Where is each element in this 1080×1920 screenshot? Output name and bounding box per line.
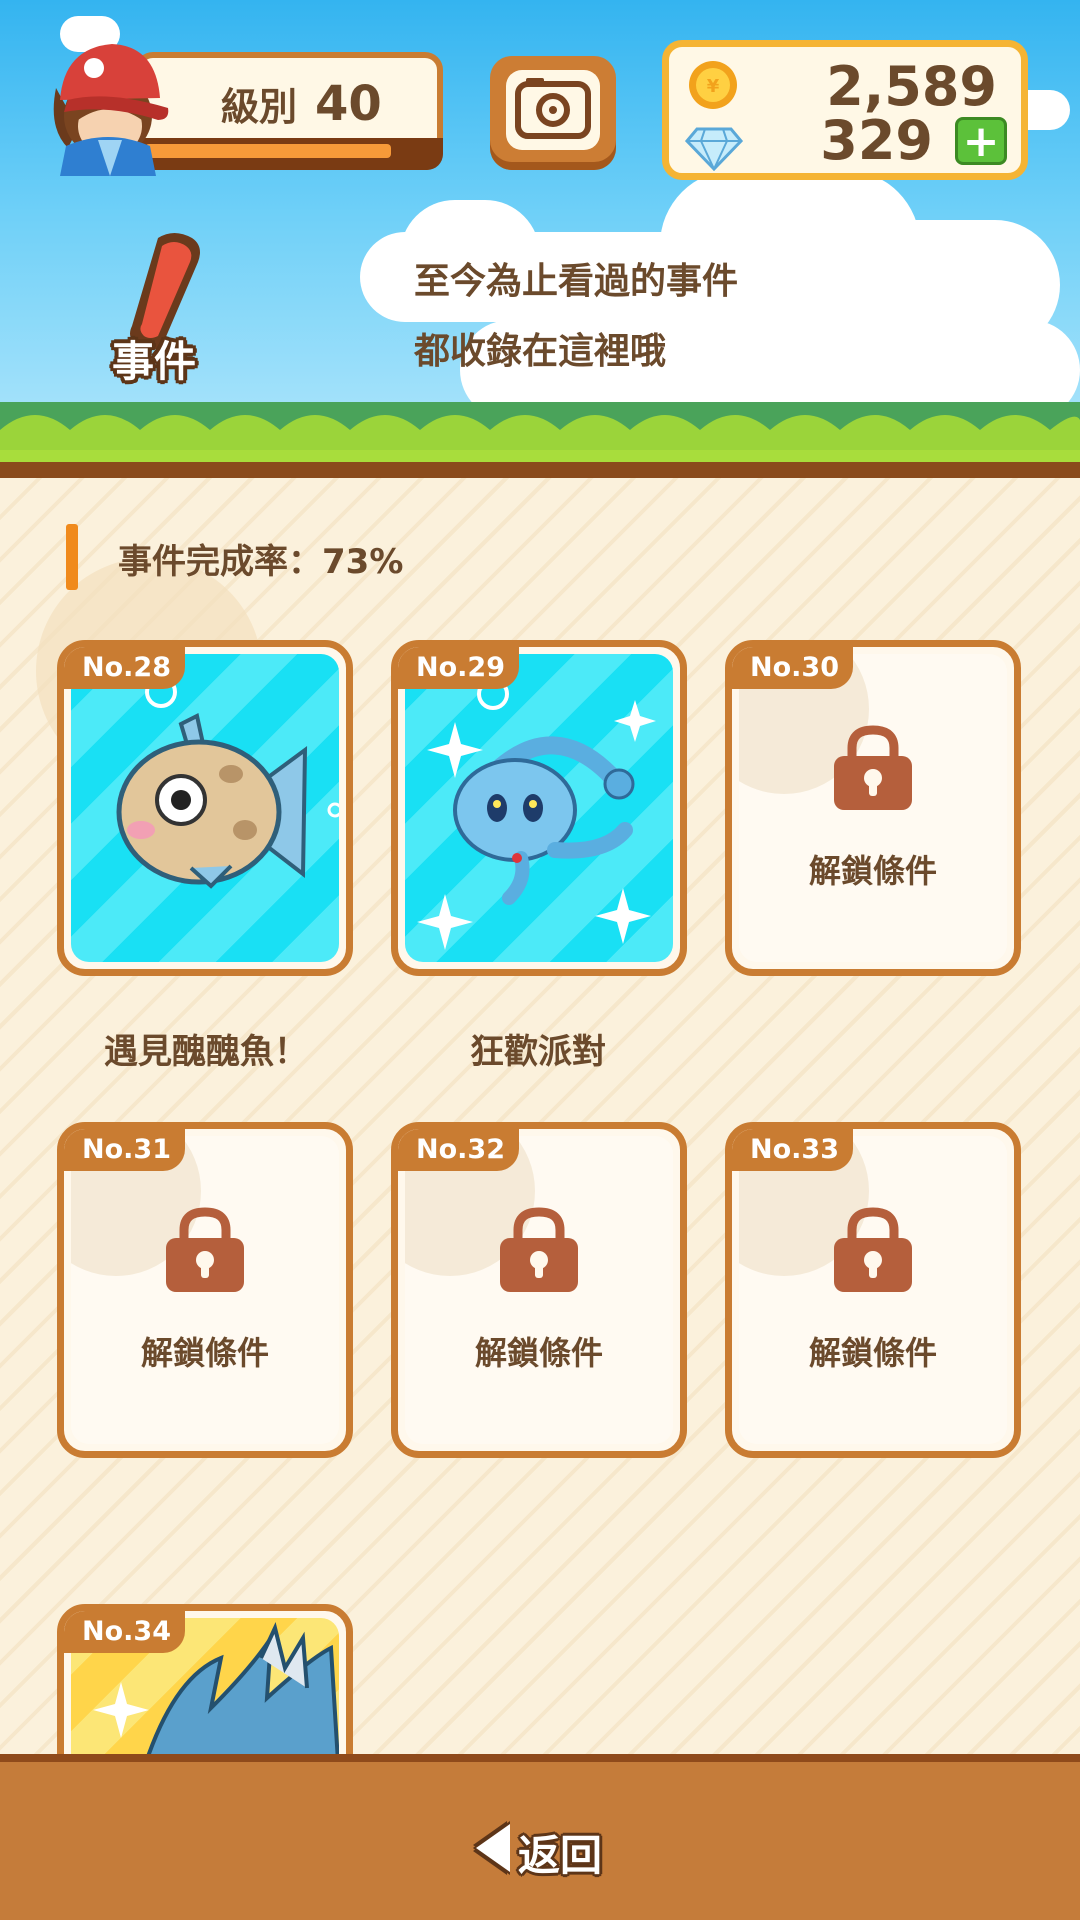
completion-accent-bar: [66, 524, 78, 590]
event-number: No.33: [732, 1129, 853, 1171]
coin-icon: ¥: [689, 61, 737, 109]
lock-icon: [834, 1207, 912, 1292]
intro-line-1: 至今為止看過的事件: [414, 261, 739, 302]
manaphy-icon: [417, 678, 656, 950]
trainer-avatar-icon[interactable]: [38, 28, 174, 176]
event-card-28[interactable]: No.28: [57, 640, 353, 976]
lock-icon: [834, 725, 912, 810]
card-body: 解鎖條件: [739, 1136, 1007, 1444]
event-card-30[interactable]: 解鎖條件 No.30: [725, 640, 1021, 976]
event-card-29[interactable]: No.29: [391, 640, 687, 976]
event-number: No.29: [398, 647, 519, 689]
card-art: [71, 654, 339, 962]
level-panel: 級別 40: [135, 52, 443, 170]
event-list-area[interactable]: 事件完成率：73% No.28 No.29 解鎖條件 No.30 遇見醜醜魚！ …: [0, 478, 1080, 1754]
event-number: No.31: [64, 1129, 185, 1171]
event-caption-29: 狂歡派對: [470, 1032, 606, 1072]
card-body: 解鎖條件: [739, 654, 1007, 962]
header-sky: 級別 40 ¥ 2,589 329 + 事件 至今為止看過的事件 都收錄在這裡哦: [0, 0, 1080, 478]
event-number: No.28: [64, 647, 185, 689]
currency-panel: ¥ 2,589 329 +: [662, 40, 1028, 180]
unlock-condition-label: 解鎖條件: [474, 1334, 603, 1372]
camera-icon: [506, 70, 600, 150]
event-number: No.34: [64, 1611, 185, 1653]
card-body: 解鎖條件: [71, 1136, 339, 1444]
event-card-33[interactable]: 解鎖條件 No.33: [725, 1122, 1021, 1458]
svg-text:¥: ¥: [707, 76, 720, 97]
unlock-condition-label: 解鎖條件: [808, 852, 937, 890]
feebas-icon: [116, 676, 339, 889]
dirt-strip: [0, 462, 1080, 478]
lock-icon: [500, 1207, 578, 1292]
add-gems-button[interactable]: +: [955, 117, 1007, 165]
unlock-condition-label: 解鎖條件: [140, 1334, 269, 1372]
back-label: 返回: [518, 1831, 603, 1880]
card-art: [405, 654, 673, 962]
completion-rate: 事件完成率：73%: [118, 542, 404, 582]
xp-bar-fill: [145, 144, 391, 158]
xp-bar: [135, 138, 443, 170]
event-number: No.30: [732, 647, 853, 689]
lock-icon: [166, 1207, 244, 1292]
intro-line-2: 都收錄在這裡哦: [414, 331, 667, 372]
event-card-32[interactable]: 解鎖條件 No.32: [391, 1122, 687, 1458]
event-card-31[interactable]: 解鎖條件 No.31: [57, 1122, 353, 1458]
camera-button[interactable]: [490, 56, 616, 170]
level-value: 40: [315, 76, 382, 132]
back-arrow-icon: [476, 1824, 510, 1872]
level-text: 級別 40: [221, 76, 382, 132]
back-button[interactable]: 返回: [476, 1820, 604, 1880]
unlock-condition-label: 解鎖條件: [808, 1334, 937, 1372]
diamond-icon: [685, 127, 743, 171]
footer-bar: 返回: [0, 1754, 1080, 1920]
event-tag-label: 事件: [112, 337, 197, 386]
event-number: No.32: [398, 1129, 519, 1171]
card-body: 解鎖條件: [405, 1136, 673, 1444]
event-caption-28: 遇見醜醜魚！: [104, 1032, 308, 1072]
gem-count: 329: [820, 109, 933, 172]
event-card-34[interactable]: No.34: [57, 1604, 353, 1754]
level-label: 級別: [221, 85, 298, 129]
